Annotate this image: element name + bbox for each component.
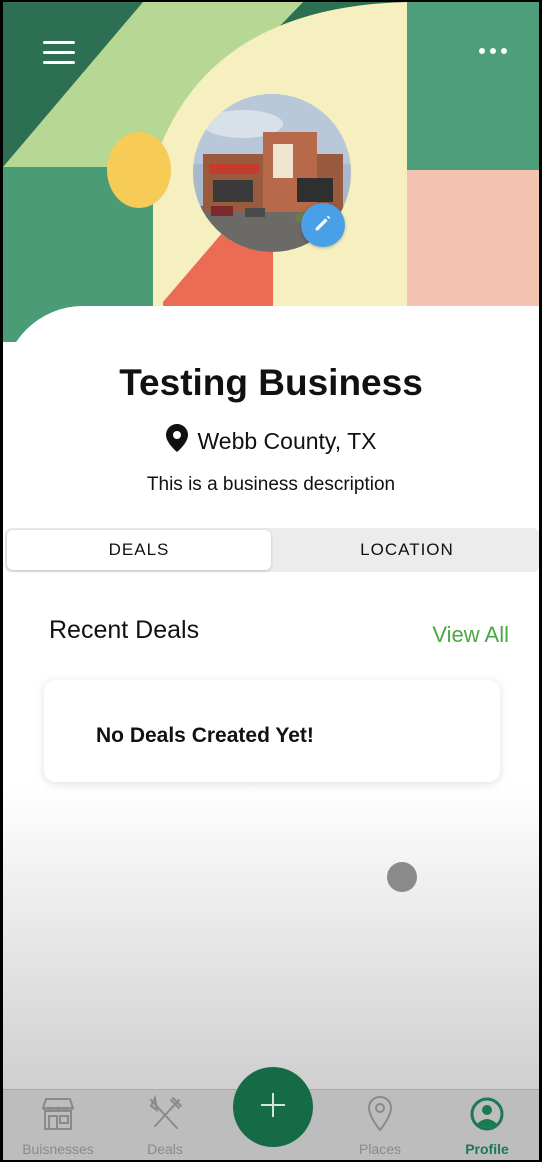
more-dot xyxy=(479,48,485,54)
tab-deals[interactable]: DEALS xyxy=(7,530,271,570)
empty-deals-text: No Deals Created Yet! xyxy=(96,724,314,747)
profile-card: Testing Business Webb County, TX This is… xyxy=(3,306,539,1160)
add-button[interactable] xyxy=(233,1067,313,1147)
pencil-icon xyxy=(312,212,334,239)
touch-indicator xyxy=(387,862,417,892)
tab-location[interactable]: LOCATION xyxy=(275,528,539,572)
storefront-icon xyxy=(13,1094,103,1134)
user-circle-icon xyxy=(442,1094,532,1134)
menu-button[interactable] xyxy=(41,38,77,68)
plus-icon xyxy=(259,1091,287,1124)
more-options-button[interactable] xyxy=(473,38,513,64)
more-dot xyxy=(490,48,496,54)
map-pin-icon xyxy=(165,424,188,458)
recent-deals-heading: Recent Deals xyxy=(49,616,200,644)
business-description: This is a business description xyxy=(146,474,396,495)
nav-item-profile[interactable]: Profile xyxy=(442,1090,532,1160)
nav-item-places[interactable]: Places xyxy=(335,1090,425,1160)
nav-item-deals[interactable]: Deals xyxy=(120,1090,210,1160)
nav-label-places: Places xyxy=(358,1141,402,1157)
app-screen: Testing Business Webb County, TX This is… xyxy=(3,2,539,1160)
nav-label-profile: Profile xyxy=(465,1141,509,1157)
view-all-link[interactable]: View All xyxy=(432,622,509,648)
business-name: Testing Business xyxy=(119,362,423,403)
profile-tabs: DEALS LOCATION xyxy=(5,528,539,572)
deals-empty-state: No Deals Created Yet! xyxy=(44,680,500,782)
nav-label-businesses: Buisnesses xyxy=(22,1141,94,1157)
location-text: Webb County, TX xyxy=(197,427,377,454)
map-pin-icon xyxy=(335,1094,425,1134)
edit-avatar-button[interactable] xyxy=(301,203,345,247)
business-location: Webb County, TX xyxy=(3,424,539,458)
more-dot xyxy=(501,48,507,54)
profile-banner xyxy=(3,2,539,342)
nav-label-deals: Deals xyxy=(147,1141,183,1157)
nav-item-businesses[interactable]: Buisnesses xyxy=(13,1090,103,1160)
fork-knife-icon xyxy=(120,1094,210,1134)
